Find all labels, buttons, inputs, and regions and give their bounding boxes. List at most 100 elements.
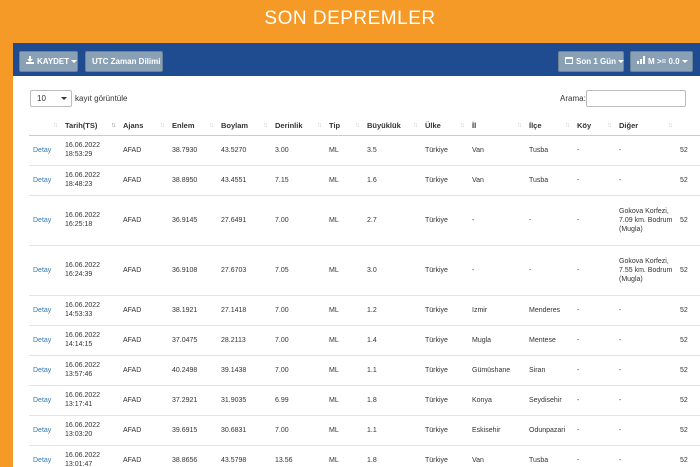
table-cell: 3.00	[271, 134, 325, 165]
table-row: Detay 16.06.2022 14:53:33 AFAD 38.1921 27.14…	[29, 294, 700, 325]
page-length-select[interactable]: 10	[30, 90, 72, 107]
utc-timezone-button[interactable]: UTC Zaman Dilimi	[85, 51, 163, 72]
column-header-8[interactable]: Ülke ↑↓	[421, 116, 468, 136]
table-cell: Tusba	[525, 164, 573, 195]
table-cell: -	[573, 414, 615, 445]
table-cell: Türkiye	[421, 354, 468, 385]
table-cell: Menderes	[525, 294, 573, 325]
table-cell: Mugla	[468, 324, 525, 355]
table-cell: -	[615, 164, 676, 195]
table-controls: 10 kayıt görüntüle Arama:	[13, 90, 700, 112]
magnitude-filter-button[interactable]: M >= 0.0	[630, 51, 693, 72]
table-cell: -	[573, 324, 615, 355]
table-cell: Odunpazari	[525, 414, 573, 445]
table-cell: 52	[676, 294, 700, 325]
magnitude-filter-label: M >= 0.0	[648, 57, 680, 66]
table-cell: AFAD	[119, 194, 168, 245]
column-header-4[interactable]: Boylam ↑↓	[217, 116, 271, 136]
table-cell: 39.1438	[217, 354, 271, 385]
search-input[interactable]	[586, 90, 686, 107]
table-cell: 27.6491	[217, 194, 271, 245]
table-cell: -	[573, 134, 615, 165]
table-cell: 37.2921	[168, 384, 217, 415]
table-cell: -	[615, 134, 676, 165]
left-margin	[0, 42, 13, 467]
column-header-12[interactable]: Diğer ↑↓	[615, 116, 676, 136]
table-cell: -	[525, 194, 573, 245]
page-length-label: kayıt görüntüle	[75, 94, 128, 103]
detail-link[interactable]: Detay	[29, 384, 61, 415]
detail-link[interactable]: Detay	[29, 444, 61, 467]
column-header-label: Büyüklük	[367, 120, 401, 130]
table-cell: 16.06.2022 13:01:47	[61, 444, 119, 467]
column-header-9[interactable]: İl ↑↓	[468, 116, 525, 136]
table-cell: ML	[325, 194, 363, 245]
column-header-7[interactable]: Büyüklük ↑↓	[363, 116, 421, 136]
table-cell: Van	[468, 444, 525, 467]
table-cell: 1.2	[363, 294, 421, 325]
earthquake-table-container: ↑↓ Tarih(TS) ↑↓ Ajans ↑↓ Enlem ↑↓ Boylam ↑↓ Derin…	[29, 116, 700, 467]
column-header-2[interactable]: Ajans ↑↓	[119, 116, 168, 136]
detail-link[interactable]: Detay	[29, 354, 61, 385]
column-header-11[interactable]: Köy ↑↓	[573, 116, 615, 136]
table-cell: 1.8	[363, 384, 421, 415]
column-header-label: İlçe	[529, 120, 542, 130]
table-cell: 52	[676, 164, 700, 195]
column-header-6[interactable]: Tip ↑↓	[325, 116, 363, 136]
table-cell: ML	[325, 414, 363, 445]
table-row: Detay 16.06.2022 13:03:20 AFAD 39.6915 30.68…	[29, 414, 700, 445]
column-header-1[interactable]: Tarih(TS) ↑↓	[61, 116, 119, 136]
detail-link[interactable]: Detay	[29, 414, 61, 445]
table-cell: ML	[325, 134, 363, 165]
column-header-5[interactable]: Derinlik ↑↓	[271, 116, 325, 136]
column-header-3[interactable]: Enlem ↑↓	[168, 116, 217, 136]
detail-link[interactable]: Detay	[29, 134, 61, 165]
table-cell: AFAD	[119, 414, 168, 445]
table-row: Detay 16.06.2022 18:48:23 AFAD 38.8950 43.45…	[29, 164, 700, 195]
table-row: Detay 16.06.2022 13:01:47 AFAD 38.8656 43.57…	[29, 444, 700, 467]
table-row: Detay 16.06.2022 18:53:29 AFAD 38.7930 43.52…	[29, 134, 700, 165]
column-header-label: Ajans	[123, 120, 144, 130]
table-cell: -	[573, 354, 615, 385]
chevron-down-icon	[61, 97, 67, 100]
detail-link[interactable]: Detay	[29, 244, 61, 295]
table-cell: 1.6	[363, 164, 421, 195]
detail-link[interactable]: Detay	[29, 164, 61, 195]
detail-link[interactable]: Detay	[29, 194, 61, 245]
save-button[interactable]: KAYDET	[19, 51, 78, 72]
table-cell: 36.9108	[168, 244, 217, 295]
table-cell: ML	[325, 354, 363, 385]
table-cell: ML	[325, 244, 363, 295]
detail-link[interactable]: Detay	[29, 294, 61, 325]
detail-link[interactable]: Detay	[29, 324, 61, 355]
table-row: Detay 16.06.2022 13:57:46 AFAD 40.2498 39.14…	[29, 354, 700, 385]
column-header-0[interactable]: ↑↓	[29, 116, 61, 136]
table-cell: 38.1921	[168, 294, 217, 325]
table-cell: Tusba	[525, 444, 573, 467]
table-cell: 16.06.2022 13:17:41	[61, 384, 119, 415]
column-header-13[interactable]	[676, 116, 700, 136]
table-cell: Türkiye	[421, 294, 468, 325]
column-header-label: İl	[472, 120, 477, 130]
time-range-button[interactable]: Son 1 Gün	[558, 51, 624, 72]
table-cell: Mentese	[525, 324, 573, 355]
table-cell: Türkiye	[421, 244, 468, 295]
table-cell: Eskisehir	[468, 414, 525, 445]
table-cell: 40.2498	[168, 354, 217, 385]
table-cell: 52	[676, 354, 700, 385]
table-cell: -	[615, 354, 676, 385]
table-cell: Türkiye	[421, 444, 468, 467]
table-cell: Tusba	[525, 134, 573, 165]
sort-icon: ↑↓	[668, 122, 673, 129]
save-button-label: KAYDET	[37, 57, 70, 66]
column-header-10[interactable]: İlçe ↑↓	[525, 116, 573, 136]
sort-icon: ↑↓	[209, 122, 214, 129]
table-row: Detay 16.06.2022 16:25:18 AFAD 36.9145 27.64…	[29, 194, 700, 245]
table-cell: 43.5798	[217, 444, 271, 467]
table-cell: 52	[676, 324, 700, 355]
table-cell: 7.00	[271, 294, 325, 325]
main-panel: KAYDET UTC Zaman Dilimi Son 1 Gün M >= 0…	[13, 43, 700, 467]
table-cell: AFAD	[119, 444, 168, 467]
column-header-label: Ülke	[425, 120, 441, 130]
table-cell: 1.1	[363, 414, 421, 445]
